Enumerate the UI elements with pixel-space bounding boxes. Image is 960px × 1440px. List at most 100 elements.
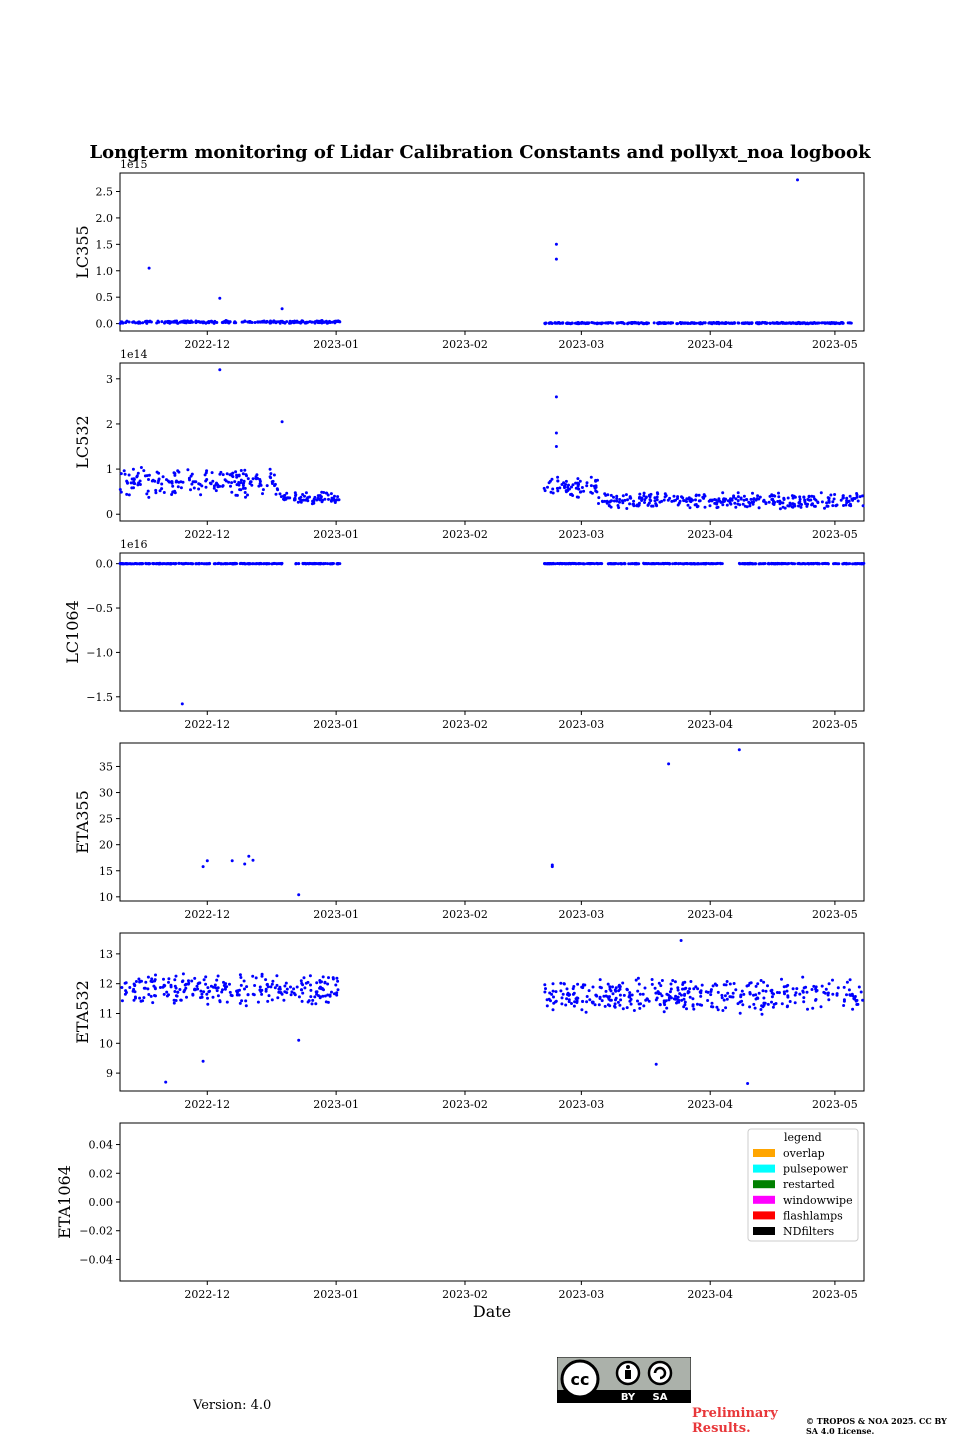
data-point xyxy=(142,996,146,1000)
data-point xyxy=(666,561,670,565)
data-point xyxy=(806,562,810,565)
data-point xyxy=(770,995,774,999)
data-point xyxy=(302,976,306,980)
data-point xyxy=(689,980,693,983)
y-tick-label: 30 xyxy=(99,787,113,800)
data-point xyxy=(297,1038,301,1042)
data-point xyxy=(674,498,677,502)
data-point xyxy=(253,321,257,324)
data-point xyxy=(551,487,555,491)
legend-entry-overlap: overlap xyxy=(783,1147,825,1160)
data-point xyxy=(560,1002,564,1006)
data-point xyxy=(269,472,273,476)
data-point xyxy=(167,320,171,324)
data-point xyxy=(634,978,638,982)
data-point xyxy=(621,321,625,325)
data-point xyxy=(680,495,683,499)
x-tick-label: 2023-01 xyxy=(313,338,359,351)
data-point xyxy=(251,858,255,862)
data-point xyxy=(209,482,213,486)
data-point xyxy=(637,562,641,566)
data-point xyxy=(682,321,685,325)
data-point xyxy=(857,985,861,989)
data-point xyxy=(280,561,284,565)
data-point xyxy=(556,479,560,483)
data-point xyxy=(303,986,307,990)
data-point xyxy=(592,484,596,488)
data-point xyxy=(182,319,186,323)
data-point xyxy=(178,320,182,324)
data-point xyxy=(741,502,745,506)
data-points xyxy=(118,178,853,326)
data-point xyxy=(764,989,768,993)
data-point xyxy=(258,988,262,992)
data-point xyxy=(131,320,135,324)
data-point xyxy=(781,321,785,325)
panel-eta1064: 2022-12 2023-01 2023-02 2023-03 2023-04 2023-… xyxy=(55,1122,865,1301)
data-point xyxy=(261,492,264,496)
data-point xyxy=(228,982,231,986)
data-point xyxy=(629,1002,633,1006)
data-point xyxy=(174,994,178,998)
data-point xyxy=(314,1002,318,1006)
data-point xyxy=(290,990,294,994)
data-point xyxy=(736,321,740,325)
data-point xyxy=(288,319,292,323)
data-point xyxy=(625,1006,629,1010)
data-point xyxy=(119,472,123,476)
data-point xyxy=(792,494,796,498)
data-point xyxy=(208,562,212,566)
data-point xyxy=(646,503,650,507)
data-point xyxy=(686,503,690,507)
data-point xyxy=(153,479,157,483)
data-point xyxy=(831,500,835,504)
data-point xyxy=(234,470,238,474)
svg-text:cc: cc xyxy=(571,1370,590,1389)
data-point xyxy=(215,978,219,982)
data-point xyxy=(315,992,319,996)
data-point xyxy=(682,499,686,503)
data-point xyxy=(228,562,232,566)
data-point xyxy=(826,496,830,500)
data-point xyxy=(833,562,837,566)
y-tick-label: 0.5 xyxy=(96,291,114,304)
data-point xyxy=(285,491,289,495)
data-point xyxy=(777,491,780,495)
data-point xyxy=(185,995,188,999)
data-point xyxy=(186,562,190,566)
data-point xyxy=(847,499,851,503)
x-tick-label: 2023-02 xyxy=(442,528,488,541)
data-point xyxy=(811,502,814,506)
data-point xyxy=(650,504,654,508)
data-point xyxy=(708,504,712,508)
data-point xyxy=(691,1004,695,1008)
data-point xyxy=(221,473,225,477)
data-point xyxy=(556,475,560,479)
data-point xyxy=(181,979,185,983)
data-point xyxy=(576,996,580,1000)
data-point xyxy=(169,983,173,987)
data-point xyxy=(845,993,848,997)
data-point xyxy=(636,989,640,993)
data-point xyxy=(780,1002,784,1006)
data-point xyxy=(131,467,135,471)
data-point xyxy=(598,978,602,982)
data-point xyxy=(215,321,219,324)
data-point xyxy=(227,480,231,484)
data-point xyxy=(179,480,183,484)
x-tick-label: 2023-02 xyxy=(442,718,488,731)
data-point xyxy=(642,1004,646,1008)
cc-license-badge[interactable]: cc BY SA xyxy=(557,1357,691,1403)
y-axis-label: ETA355 xyxy=(73,790,92,854)
data-point xyxy=(283,984,287,988)
data-point xyxy=(306,496,310,500)
data-point xyxy=(814,498,818,502)
data-point xyxy=(658,1003,662,1007)
data-point xyxy=(791,562,795,566)
data-point xyxy=(589,475,593,479)
data-point xyxy=(594,993,598,997)
data-point xyxy=(311,998,315,1002)
data-point xyxy=(842,998,846,1002)
data-point xyxy=(165,478,168,482)
data-point xyxy=(847,988,851,992)
